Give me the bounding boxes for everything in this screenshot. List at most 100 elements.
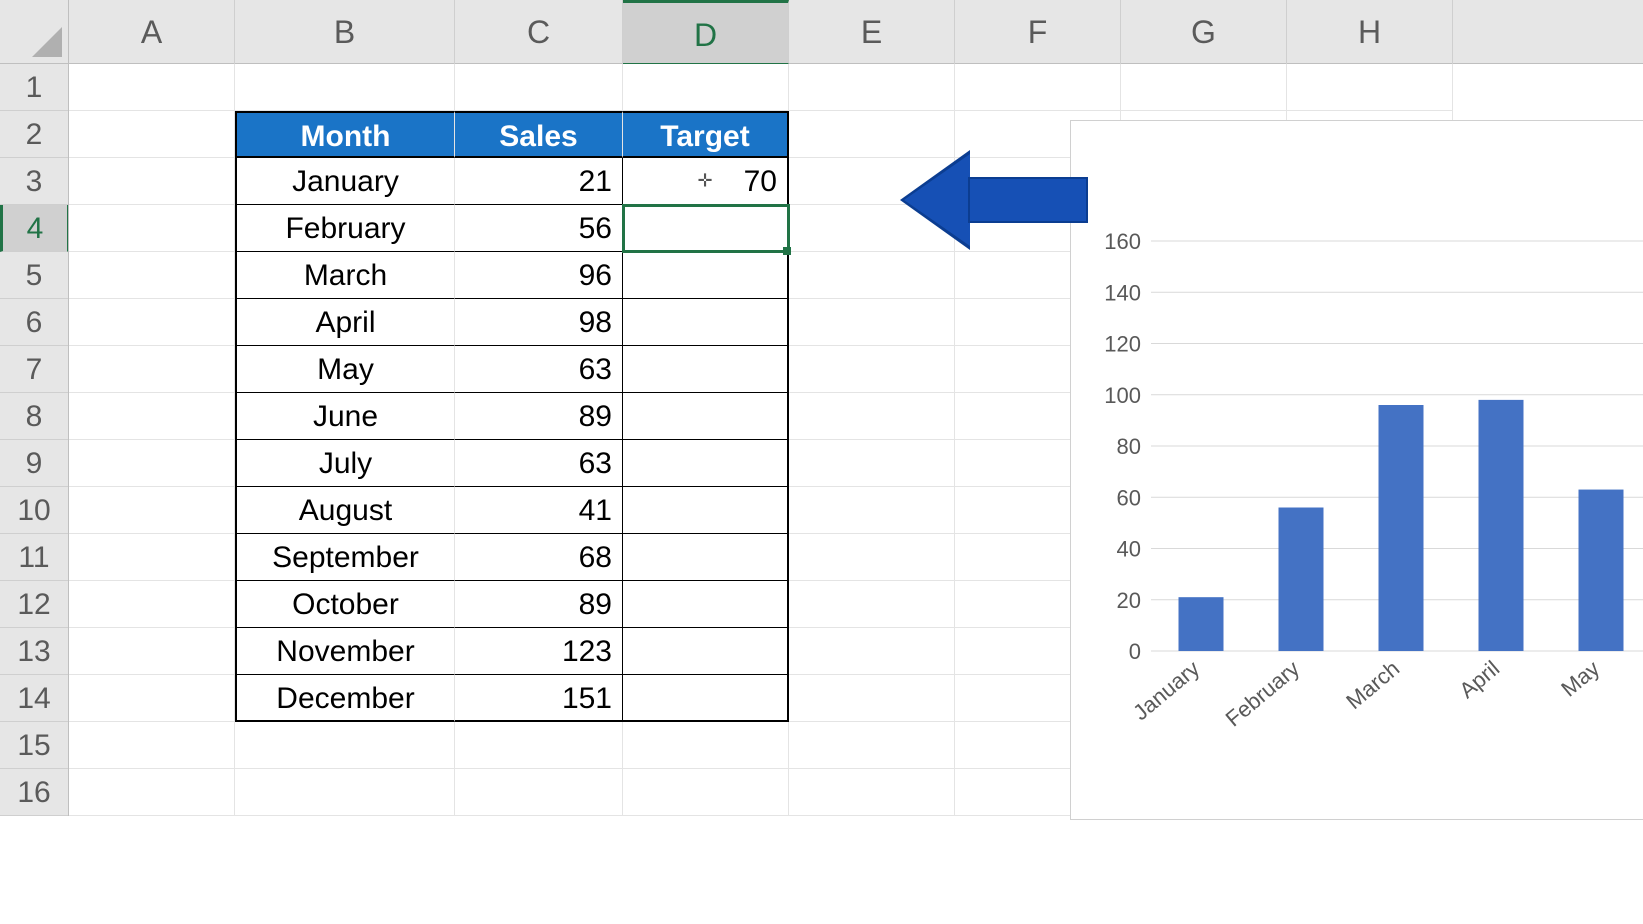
cell-B4-month[interactable]: February [235, 205, 455, 252]
cell-E5[interactable] [789, 252, 955, 299]
cell-A1[interactable] [69, 64, 235, 111]
cell-A13[interactable] [69, 628, 235, 675]
cell-H1[interactable] [1287, 64, 1453, 111]
cell-C6-sales[interactable]: 98 [455, 299, 623, 346]
cell-D12-target[interactable] [623, 581, 789, 628]
cell-D5-target[interactable] [623, 252, 789, 299]
cell-D9-target[interactable] [623, 440, 789, 487]
cell-A2[interactable] [69, 111, 235, 158]
cell-A6[interactable] [69, 299, 235, 346]
cell-D16[interactable] [623, 769, 789, 816]
cell-D1[interactable] [623, 64, 789, 111]
cell-E12[interactable] [789, 581, 955, 628]
row-header-11[interactable]: 11 [0, 534, 68, 581]
row-header-7[interactable]: 7 [0, 346, 68, 393]
cell-A5[interactable] [69, 252, 235, 299]
row-header-13[interactable]: 13 [0, 628, 68, 675]
cell-C13-sales[interactable]: 123 [455, 628, 623, 675]
col-header-F[interactable]: F [955, 0, 1121, 64]
cell-C12-sales[interactable]: 89 [455, 581, 623, 628]
cell-A12[interactable] [69, 581, 235, 628]
cell-D2-header-target[interactable]: Target [623, 111, 789, 158]
row-header-4[interactable]: 4 [0, 205, 68, 252]
cell-C3-sales[interactable]: 21 [455, 158, 623, 205]
cell-B14-month[interactable]: December [235, 675, 455, 722]
cell-A11[interactable] [69, 534, 235, 581]
cell-C9-sales[interactable]: 63 [455, 440, 623, 487]
cell-G1[interactable] [1121, 64, 1287, 111]
cell-B7-month[interactable]: May [235, 346, 455, 393]
row-header-6[interactable]: 6 [0, 299, 68, 346]
cell-C10-sales[interactable]: 41 [455, 487, 623, 534]
col-header-A[interactable]: A [69, 0, 235, 64]
cell-E1[interactable] [789, 64, 955, 111]
cell-A4[interactable] [69, 205, 235, 252]
row-header-2[interactable]: 2 [0, 111, 68, 158]
cell-D14-target[interactable] [623, 675, 789, 722]
col-header-E[interactable]: E [789, 0, 955, 64]
cell-C14-sales[interactable]: 151 [455, 675, 623, 722]
row-header-3[interactable]: 3 [0, 158, 68, 205]
cell-A8[interactable] [69, 393, 235, 440]
cell-A7[interactable] [69, 346, 235, 393]
cell-E13[interactable] [789, 628, 955, 675]
cell-B3-month[interactable]: January [235, 158, 455, 205]
cell-D10-target[interactable] [623, 487, 789, 534]
cell-A3[interactable] [69, 158, 235, 205]
row-header-5[interactable]: 5 [0, 252, 68, 299]
cell-B16[interactable] [235, 769, 455, 816]
cell-B10-month[interactable]: August [235, 487, 455, 534]
row-header-8[interactable]: 8 [0, 393, 68, 440]
cell-C16[interactable] [455, 769, 623, 816]
cell-C2-header-sales[interactable]: Sales [455, 111, 623, 158]
cell-A15[interactable] [69, 722, 235, 769]
cell-D7-target[interactable] [623, 346, 789, 393]
cell-D8-target[interactable] [623, 393, 789, 440]
cell-C7-sales[interactable]: 63 [455, 346, 623, 393]
col-header-D[interactable]: D [623, 0, 789, 64]
col-header-H[interactable]: H [1287, 0, 1453, 64]
cell-A14[interactable] [69, 675, 235, 722]
cell-E15[interactable] [789, 722, 955, 769]
cell-E6[interactable] [789, 299, 955, 346]
cell-B11-month[interactable]: September [235, 534, 455, 581]
row-header-16[interactable]: 16 [0, 769, 68, 816]
cell-D6-target[interactable] [623, 299, 789, 346]
select-all-corner[interactable] [0, 0, 69, 64]
cell-E11[interactable] [789, 534, 955, 581]
cell-B5-month[interactable]: March [235, 252, 455, 299]
cell-E14[interactable] [789, 675, 955, 722]
cell-A16[interactable] [69, 769, 235, 816]
cell-B9-month[interactable]: July [235, 440, 455, 487]
cell-C11-sales[interactable]: 68 [455, 534, 623, 581]
cell-B1[interactable] [235, 64, 455, 111]
row-header-9[interactable]: 9 [0, 440, 68, 487]
row-header-14[interactable]: 14 [0, 675, 68, 722]
cell-D3-target[interactable]: ✛ 70 [623, 158, 789, 205]
cell-B15[interactable] [235, 722, 455, 769]
cell-E8[interactable] [789, 393, 955, 440]
embedded-chart[interactable]: 020406080100120140160JanuaryFebruaryMarc… [1070, 120, 1643, 820]
cell-D4-target[interactable] [623, 205, 789, 252]
cell-D11-target[interactable] [623, 534, 789, 581]
cell-A9[interactable] [69, 440, 235, 487]
cell-C4-sales[interactable]: 56 [455, 205, 623, 252]
cell-B8-month[interactable]: June [235, 393, 455, 440]
cell-C1[interactable] [455, 64, 623, 111]
cell-E16[interactable] [789, 769, 955, 816]
cell-C5-sales[interactable]: 96 [455, 252, 623, 299]
cell-D15[interactable] [623, 722, 789, 769]
row-header-1[interactable]: 1 [0, 64, 68, 111]
row-header-12[interactable]: 12 [0, 581, 68, 628]
row-header-15[interactable]: 15 [0, 722, 68, 769]
cell-F1[interactable] [955, 64, 1121, 111]
col-header-G[interactable]: G [1121, 0, 1287, 64]
cell-E9[interactable] [789, 440, 955, 487]
cell-E7[interactable] [789, 346, 955, 393]
cell-D13-target[interactable] [623, 628, 789, 675]
cell-B2-header-month[interactable]: Month [235, 111, 455, 158]
row-header-10[interactable]: 10 [0, 487, 68, 534]
cell-C15[interactable] [455, 722, 623, 769]
cell-B12-month[interactable]: October [235, 581, 455, 628]
cell-A10[interactable] [69, 487, 235, 534]
